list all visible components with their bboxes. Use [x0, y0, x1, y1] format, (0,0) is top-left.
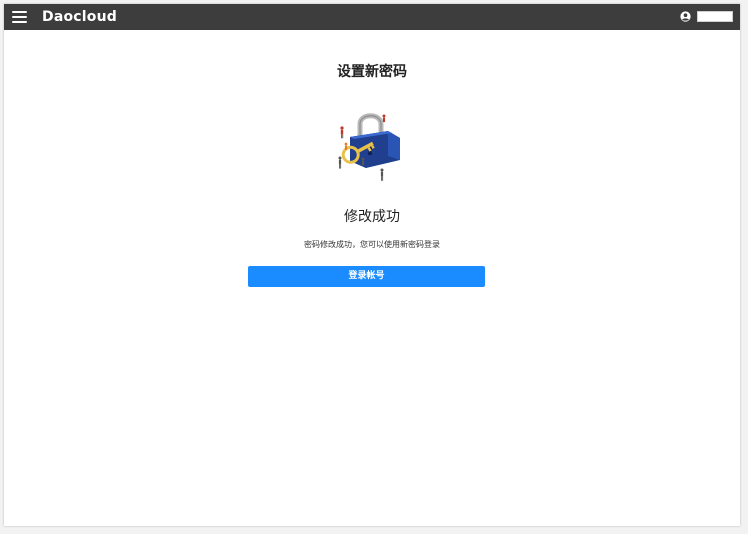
brand-logo-text[interactable]: Daocloud — [42, 8, 117, 26]
padlock-with-key-illustration — [338, 113, 400, 181]
hamburger-menu-icon[interactable] — [12, 9, 27, 24]
success-message: 密码修改成功，您可以使用新密码登录 — [304, 240, 440, 249]
user-circle-icon[interactable] — [680, 11, 691, 22]
page-title: 设置新密码 — [337, 64, 407, 80]
top-navigation-bar: Daocloud — [4, 4, 740, 30]
success-heading: 修改成功 — [344, 209, 400, 225]
login-account-button[interactable]: 登录帐号 — [248, 266, 485, 287]
username-box[interactable] — [697, 11, 733, 22]
app-window: Daocloud 设置新密码 修改成功 密码修改成功，您可以使用新密码登录 登录… — [4, 4, 740, 526]
